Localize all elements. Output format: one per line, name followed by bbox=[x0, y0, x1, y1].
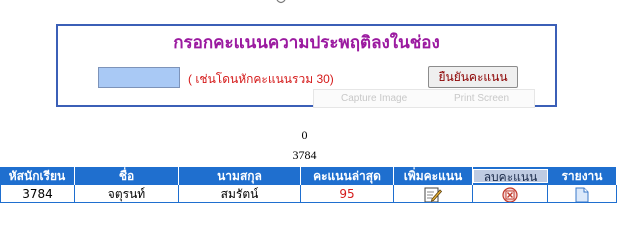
header-delete-score[interactable]: ลบคะแนน bbox=[473, 169, 548, 183]
first-name-cell: จตุรนท์ bbox=[75, 185, 179, 202]
table-header-row: หัสนักเรียน ชื่อ นามสกุล คะแนนล่าสุด เพิ… bbox=[0, 167, 617, 185]
capture-toolbar: Capture Image Print Screen bbox=[313, 89, 535, 108]
header-last-name: นามสกุล bbox=[179, 167, 301, 185]
score-hint: ( เช่นโดนหักคะแนนรวม 30) bbox=[188, 72, 334, 86]
add-score-cell bbox=[394, 185, 473, 202]
print-screen-button[interactable]: Print Screen bbox=[454, 93, 509, 104]
report-cell bbox=[548, 185, 617, 202]
delete-score-cell bbox=[473, 185, 548, 202]
value-line-2: 3784 bbox=[292, 148, 317, 162]
student-table: หัสนักเรียน ชื่อ นามสกุล คะแนนล่าสุด เพิ… bbox=[0, 167, 617, 203]
edit-pencil-icon[interactable] bbox=[424, 187, 442, 202]
score-input[interactable] bbox=[98, 67, 180, 88]
header-first-name: ชื่อ bbox=[75, 167, 179, 185]
document-icon[interactable] bbox=[575, 187, 589, 202]
capture-image-button[interactable]: Capture Image bbox=[341, 93, 407, 104]
header-student-id: หัสนักเรียน bbox=[0, 167, 75, 185]
header-latest-score: คะแนนล่าสุด bbox=[301, 167, 394, 185]
header-add-score: เพิ่มคะแนน bbox=[394, 167, 473, 185]
latest-score-cell: 95 bbox=[301, 185, 394, 202]
delete-x-icon[interactable] bbox=[502, 186, 518, 202]
confirm-score-button[interactable]: ยืนยันคะแนน bbox=[428, 66, 518, 88]
student-id-cell: 3784 bbox=[0, 185, 75, 202]
value-line-1: 0 bbox=[301, 128, 308, 142]
last-name-cell: สมรัตน์ bbox=[179, 185, 301, 202]
top-decoration bbox=[276, 0, 286, 4]
table-row: 3784 จตุรนท์ สมรัตน์ 95 bbox=[0, 185, 617, 203]
header-report: รายงาน bbox=[548, 167, 617, 185]
score-entry-panel: กรอกคะแนนความประพฤติลงในช่อง ( เช่นโดนหั… bbox=[56, 24, 557, 108]
panel-title: กรอกคะแนนความประพฤติลงในช่อง bbox=[173, 33, 440, 53]
